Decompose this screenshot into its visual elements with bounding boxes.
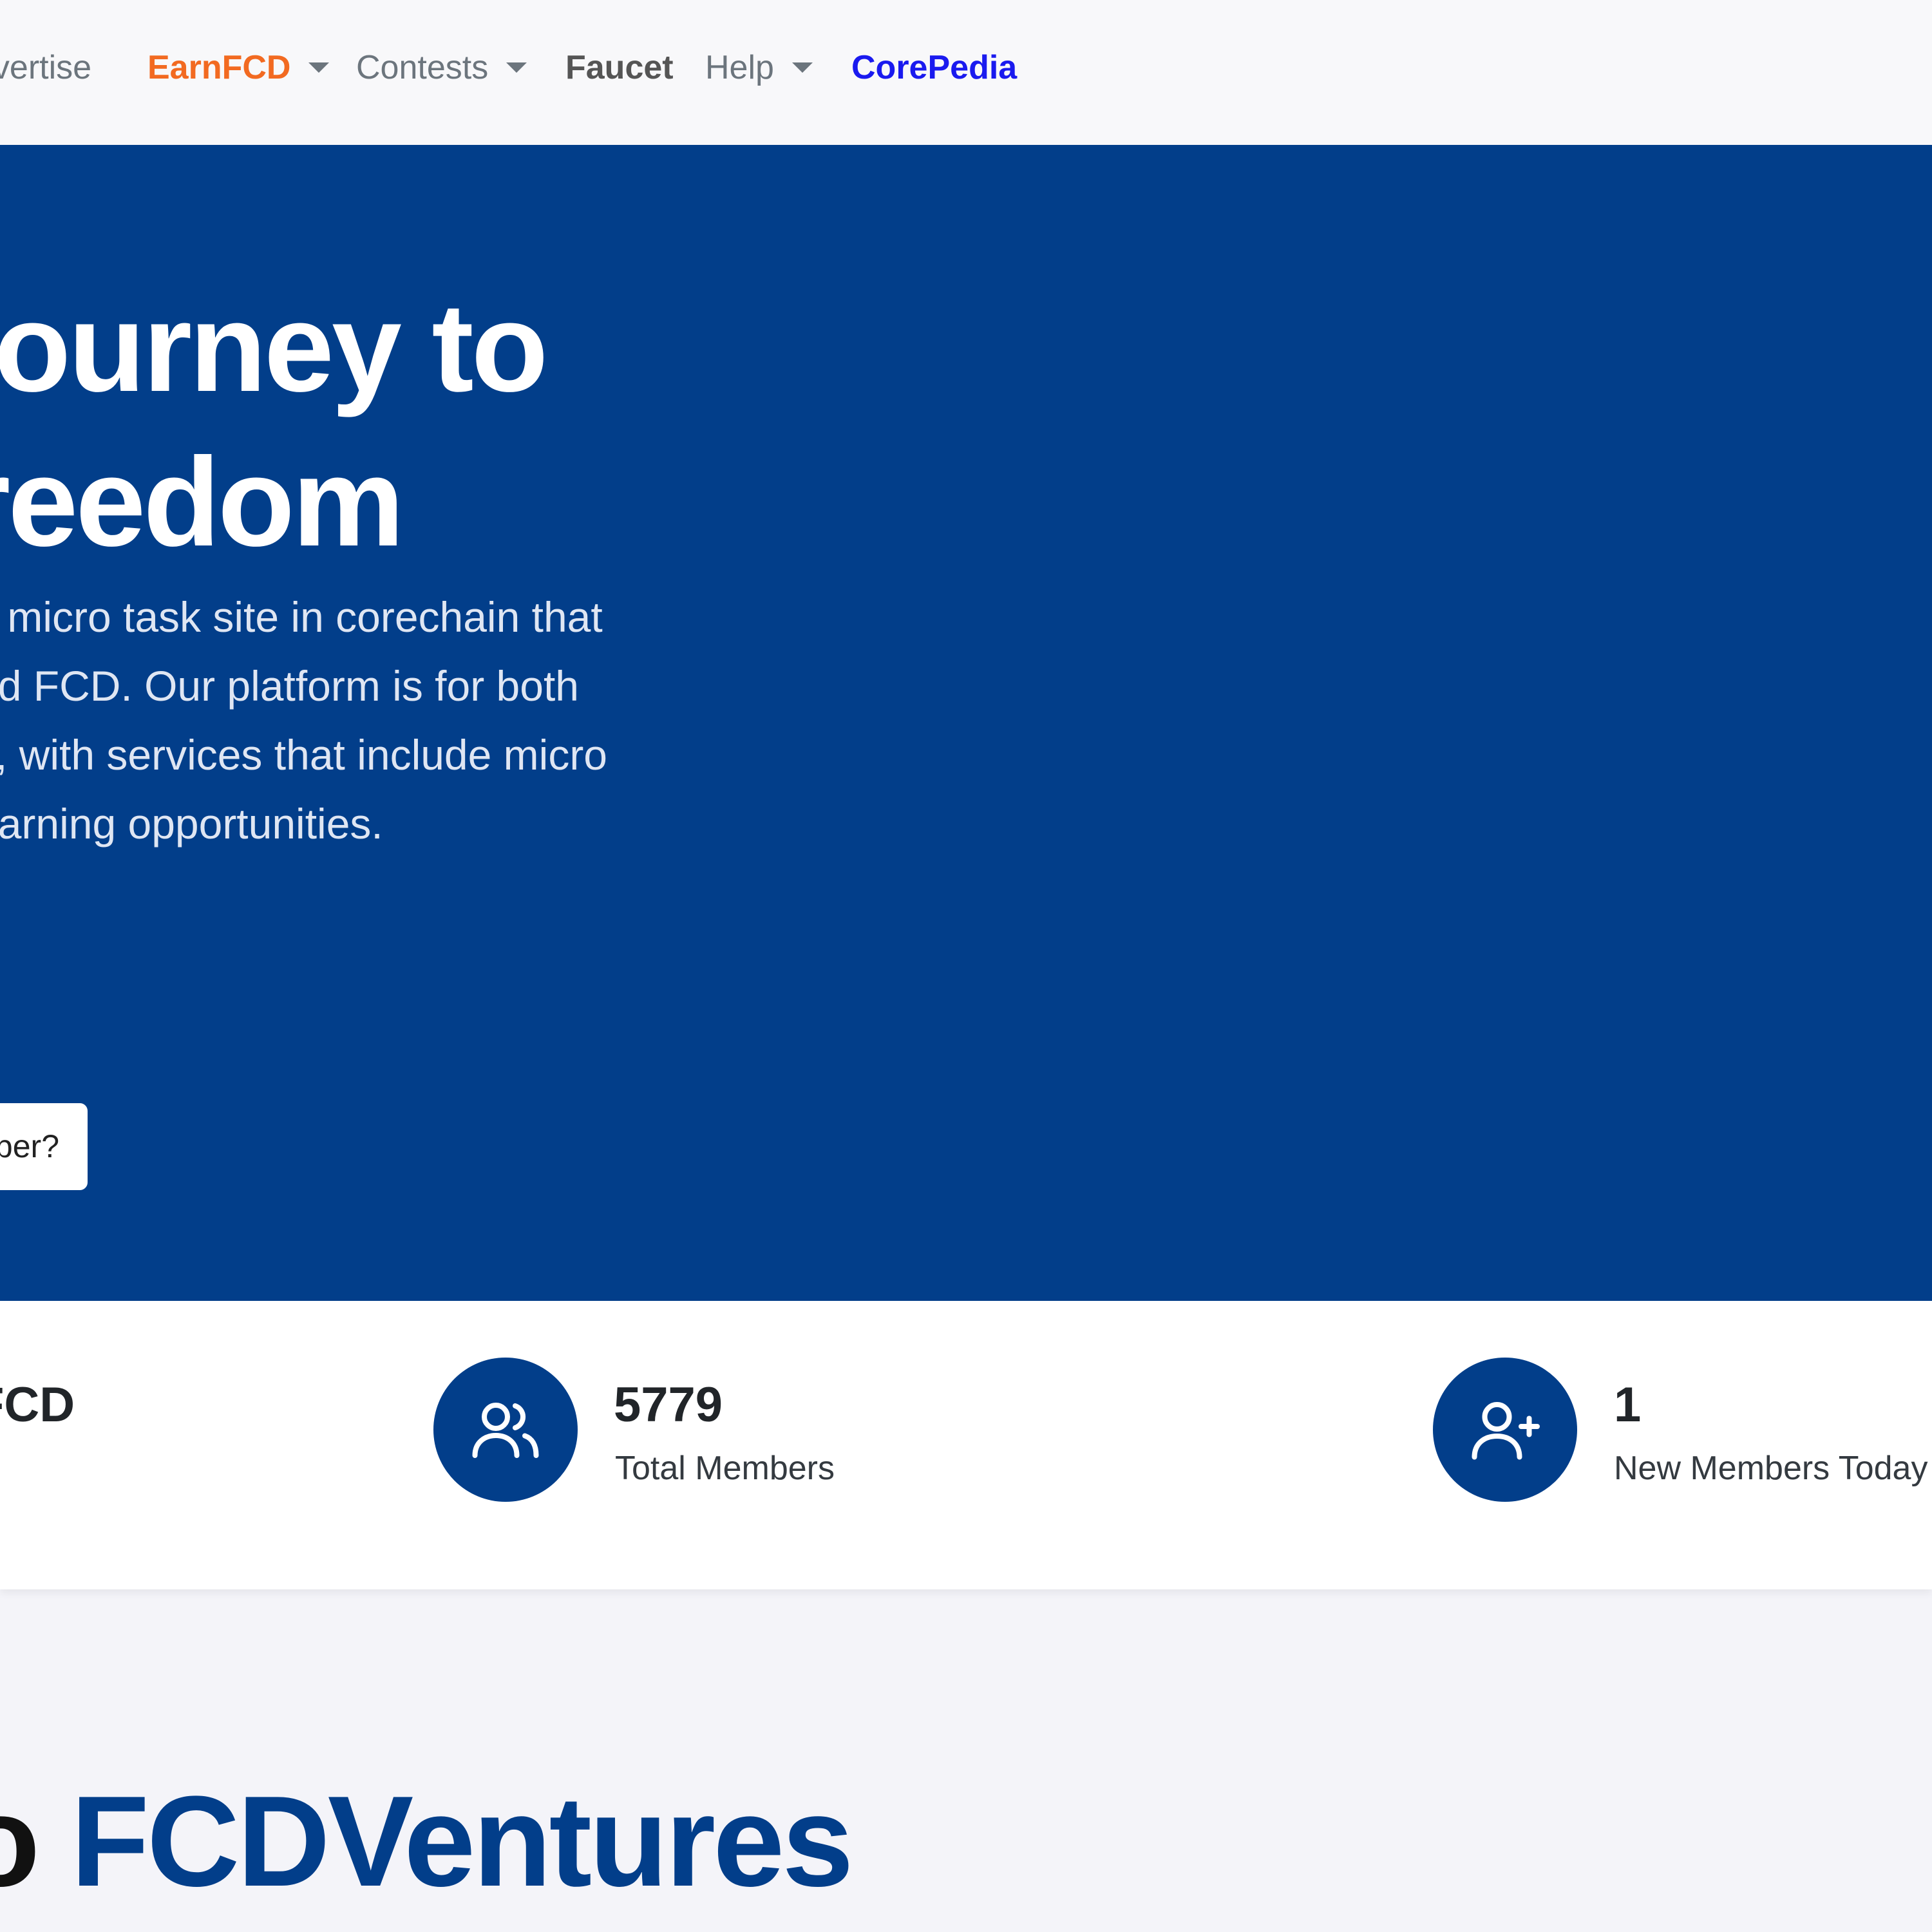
stat-new-members-value: 1 <box>1614 1378 1642 1432</box>
nav-faucet-label: Faucet <box>565 49 674 86</box>
top-navbar: dvertise EarnFCD Contests Faucet Help Co… <box>0 0 1932 145</box>
stat-new-members-label: New Members Today <box>1614 1450 1928 1487</box>
stats-bar: FCD 5779 Total Members 1 New Members Tod… <box>0 1301 1932 1589</box>
page: dvertise EarnFCD Contests Faucet Help Co… <box>0 0 1932 1932</box>
hero-description-line: nd FCD. Our platform is for both <box>0 662 579 710</box>
hero-description-line: earning opportunities. <box>0 800 383 848</box>
nav-contests-dropdown[interactable]: Contests <box>356 46 527 89</box>
user-plus-icon <box>1472 1401 1540 1460</box>
nav-earnfcd-dropdown[interactable]: EarnFCD <box>147 46 330 89</box>
nav-help-label: Help <box>705 49 774 86</box>
hero-title-line: reedom <box>0 431 404 573</box>
chevron-down-icon <box>308 62 330 73</box>
user-plus-icon-circle <box>1433 1358 1577 1502</box>
hero-title-line: journey to <box>0 277 548 418</box>
chevron-down-icon <box>506 62 527 73</box>
nav-corepedia-label: CorePedia <box>851 49 1018 86</box>
hero-description-line: s, with services that include micro <box>0 731 608 779</box>
chevron-down-icon <box>791 62 813 73</box>
nav-corepedia-link[interactable]: CorePedia <box>851 46 1017 89</box>
welcome-brand: FCDVentures <box>70 1770 854 1913</box>
hero-title: journey to reedom <box>0 270 548 580</box>
stat-fcd-value: FCD <box>0 1378 75 1432</box>
nav-contests-label: Contests <box>356 49 489 86</box>
nav-earnfcd-label: EarnFCD <box>147 49 291 86</box>
stat-total-members-label: Total Members <box>615 1450 835 1487</box>
users-icon <box>472 1403 539 1458</box>
nav-advertise-label: dvertise <box>0 49 92 86</box>
hero-section: journey to reedom y micro task site in c… <box>0 145 1932 1301</box>
hero-member-button[interactable]: per? <box>0 1103 88 1190</box>
nav-advertise-link[interactable]: dvertise <box>0 46 91 89</box>
nav-faucet-link[interactable]: Faucet <box>565 46 674 89</box>
hero-description: y micro task site in corechain that nd F… <box>0 583 657 858</box>
nav-help-dropdown[interactable]: Help <box>705 46 813 89</box>
hero-description-line: y micro task site in corechain that <box>0 593 603 641</box>
welcome-heading: o FCDVentures <box>0 1765 854 1919</box>
stat-total-members-value: 5779 <box>614 1378 723 1432</box>
welcome-prefix: o <box>0 1770 71 1913</box>
users-icon-circle <box>433 1358 578 1502</box>
